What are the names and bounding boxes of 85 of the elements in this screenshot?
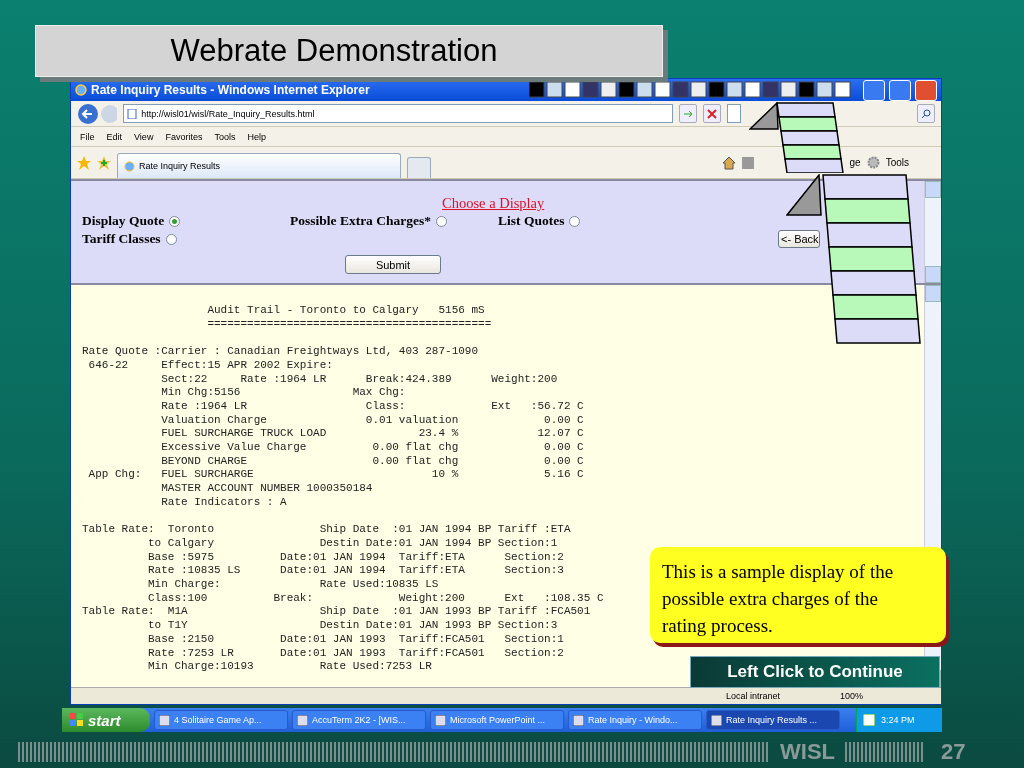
search-button[interactable] <box>917 104 935 123</box>
taskbar-button[interactable]: AccuTerm 2K2 - [WIS... <box>292 710 426 730</box>
globe-icon <box>124 160 135 172</box>
status-text: Local intranet <box>726 691 781 701</box>
paper-fold-drawing <box>749 102 780 131</box>
app-icon <box>711 714 722 726</box>
address-text: http://wisl01/wisl/Rate_Inquiry_Results.html <box>141 108 315 119</box>
app-icon <box>435 714 446 726</box>
audit-line: Class:100 Break: Weight:200 Ext :108.35 C <box>147 591 604 606</box>
audit-line: Rate :1964 LR Class: Ext :56.72 C <box>160 399 584 414</box>
search-icon <box>921 108 932 119</box>
audit-line: Table Rate: M1A Ship Date :01 JAN 1993 BP Tariff :FCA501 <box>82 605 591 620</box>
audit-line: Base :2150 Date:01 JAN 1993 Tariff:FCA501 Section:1 <box>147 632 564 647</box>
page-menu[interactable]: ge <box>849 157 861 168</box>
globe-icon <box>75 84 87 96</box>
app-icon <box>297 714 308 726</box>
taskbar-button[interactable]: Microsoft PowerPoint ... <box>430 710 564 730</box>
radio-option[interactable]: Tariff Classes <box>82 231 290 247</box>
menu-item[interactable]: View <box>131 131 157 142</box>
audit-line: =========================================== <box>206 317 492 332</box>
radio-option[interactable]: Possible Extra Charges* <box>290 213 498 229</box>
radio-option[interactable]: List Quotes <box>498 213 706 229</box>
feed-icon[interactable] <box>741 156 754 169</box>
audit-line: Min Chg:5156 Max Chg: <box>160 386 406 400</box>
new-tab-button[interactable] <box>407 157 431 178</box>
close-button[interactable] <box>915 79 937 101</box>
audit-line: Rate Quote :Carrier : Canadian Freightways Ltd, 403 287-1090 <box>82 345 479 359</box>
browser-tab[interactable]: Rate Inquiry Results <box>117 153 401 178</box>
footer-brand: WISL <box>780 739 835 765</box>
page-number: 27 <box>941 739 966 765</box>
audit-line: Min Charge:10193 Rate Used:7253 LR <box>147 660 432 674</box>
app-icon <box>159 714 170 726</box>
refresh-button[interactable] <box>679 104 698 123</box>
taskbar-button[interactable]: Rate Inquiry - Windo... <box>568 710 702 730</box>
paper-fold-drawing <box>786 174 822 217</box>
home-icon[interactable] <box>721 155 736 170</box>
radio-option[interactable]: Display Quote <box>82 213 290 229</box>
audit-line: Rate :7253 LR Date:01 JAN 1993 Tariff:FCA501 Section:2 <box>147 646 564 661</box>
audit-line: FUEL SURCHARGE TRUCK LOAD 23.4 % 12.07 C <box>160 427 584 441</box>
choose-display-link[interactable]: Choose a Display <box>442 195 545 212</box>
tray-icon[interactable] <box>863 714 875 726</box>
gear-icon[interactable] <box>866 156 880 169</box>
audit-line: Base :5975 Date:01 JAN 1994 Tariff:ETA Section:2 <box>147 550 564 565</box>
windows-logo-icon <box>70 713 84 727</box>
scrollbar[interactable] <box>924 181 941 283</box>
back-button[interactable]: <- Back <box>778 230 820 248</box>
continue-button[interactable]: Left Click to Continue <box>690 656 940 688</box>
submit-button[interactable]: Submit <box>345 255 441 274</box>
maximize-button[interactable] <box>889 79 911 101</box>
audit-line: Sect:22 Rate :1964 LR Break:424.389 Weight:200 <box>160 372 558 387</box>
audit-line: to T1Y Destin Date:01 JAN 1993 BP Section:3 <box>147 619 558 633</box>
back-icon[interactable] <box>77 102 118 125</box>
audit-line: BEYOND CHARGE 0.00 flat chg 0.00 C <box>160 454 584 469</box>
close-icon <box>707 108 718 119</box>
audit-line: Excessive Value Charge 0.00 flat chg 0.00 C <box>160 441 584 455</box>
audit-line: Rate Indicators : A <box>160 495 287 510</box>
menu-item[interactable]: Favorites <box>162 131 206 142</box>
taskbar-button[interactable]: 4 Solitaire Game Ap... <box>154 710 288 730</box>
audit-line: Min Charge: Rate Used:10835 LS <box>147 578 439 592</box>
address-field[interactable]: http://wisl01/wisl/Rate_Inquiry_Results.html <box>123 104 674 123</box>
audit-line: Audit Trail - Toronto to Calgary 5156 mS <box>206 304 485 318</box>
stop-button[interactable] <box>703 104 721 123</box>
audit-line: Rate :10835 LS Date:01 JAN 1994 Tariff:ETA Section:3 <box>147 564 564 579</box>
audit-line: App Chg: FUEL SURCHARGE 10 % 5.16 C <box>87 468 584 483</box>
app-icon <box>573 714 584 726</box>
search-field[interactable] <box>726 104 742 123</box>
audit-line: Table Rate: Toronto Ship Date :01 JAN 1994 BP Tariff :ETA <box>82 523 571 537</box>
audit-line: Valuation Charge 0.01 valuation 0.00 C <box>160 413 584 428</box>
status-text: 100% <box>840 691 864 701</box>
audit-line: 646-22 Effect:15 APR 2002 Expire: <box>87 358 333 373</box>
menu-item[interactable]: Help <box>244 131 269 142</box>
menu-item[interactable]: Edit <box>103 131 126 142</box>
page-icon <box>127 108 138 119</box>
window-title: Rate Inquiry Results - Windows Internet Explorer <box>91 83 370 97</box>
audit-line: MASTER ACCOUNT NUMBER 1000350184 <box>160 482 373 496</box>
taskbar-button[interactable]: Rate Inquiry Results ... <box>706 710 840 730</box>
star-icon[interactable] <box>77 155 91 170</box>
menu-item[interactable]: Tools <box>211 131 239 142</box>
audit-line: to Calgary Destin Date:01 JAN 1994 BP Section:1 <box>147 536 558 551</box>
add-favorite-icon[interactable] <box>97 155 111 170</box>
menu-item[interactable]: File <box>77 131 98 142</box>
arrow-icon <box>683 108 694 119</box>
minimize-button[interactable] <box>863 79 885 101</box>
clock: 3:24 PM <box>881 715 915 725</box>
tools-menu[interactable]: Tools <box>885 157 909 168</box>
